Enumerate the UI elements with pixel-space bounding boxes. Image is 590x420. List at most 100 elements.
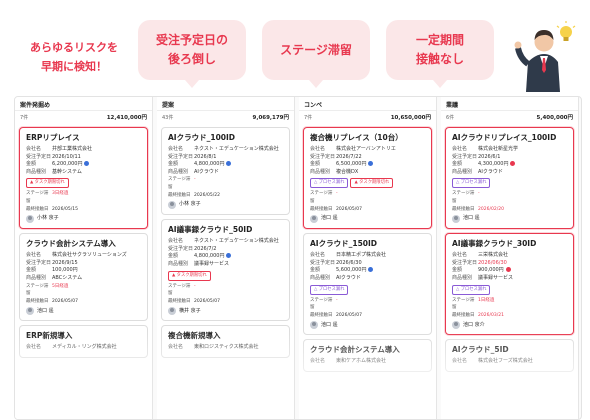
stage-stay-value: 5日経過	[52, 283, 69, 289]
deal-card[interactable]: AIクラウド_5ID 会社名 株式会社フーズ株式会社	[445, 339, 574, 372]
company-value: 東和ケアホム株式会社	[336, 358, 387, 365]
company-label: 会社名	[26, 252, 42, 259]
company-label: 会社名	[310, 146, 326, 152]
stage-stay-value: -	[336, 191, 338, 197]
risk-badges: △ プロセス漏れ	[452, 178, 567, 189]
headline-line1: あらゆるリスクを	[30, 41, 118, 54]
risk-badge[interactable]: ▲ タスク期限切れ	[350, 178, 394, 189]
risk-badge[interactable]: △ プロセス漏れ	[452, 284, 491, 295]
risk-badge[interactable]: △ プロセス漏れ	[452, 178, 491, 189]
amount-label: 金額	[26, 267, 37, 274]
owner[interactable]: 池口 遥	[310, 215, 425, 224]
deal-title[interactable]: クラウド会計システム導入	[310, 345, 425, 354]
risk-badge[interactable]: ▲ タスク期限切れ	[168, 270, 211, 281]
company-value: 東和ロジスティクス株式会社	[194, 344, 259, 351]
order-date-value: 2026/7/22	[336, 153, 362, 160]
bubble-no-contact: 一定期間 接触なし	[386, 20, 494, 88]
product-label: 商品種別	[310, 274, 331, 281]
deal-title[interactable]: AI議事録クラウド_30ID	[452, 239, 567, 248]
company-value: 株式会社アーバンアトリエ	[336, 146, 396, 152]
last-contact-label: 最終接触日	[452, 206, 475, 212]
column-summary: 6件 5,400,000円	[441, 111, 578, 123]
company-label: 会社名	[310, 252, 326, 259]
avatar	[310, 321, 318, 330]
owner-name: 横井 京子	[179, 307, 201, 314]
amount-value: 100,000円	[52, 267, 78, 274]
owner-name: 池口 京介	[463, 321, 485, 328]
owner[interactable]: 池口 遥	[310, 321, 425, 330]
column-count: 6件	[446, 114, 455, 121]
risk-badge[interactable]: △ プロセス漏れ	[310, 178, 349, 189]
owner[interactable]: 横井 京子	[168, 307, 283, 316]
deal-card[interactable]: ERP新規導入 会社名 メディカル・リング株式会社	[19, 325, 148, 358]
deal-card[interactable]: ERPリプレイス 会社名 井部工業株式会社 受注予定日 2026/10/11 金額 6,…	[19, 127, 148, 230]
deal-title[interactable]: AIクラウド_150ID	[310, 239, 425, 248]
product-value: ABCシステム	[52, 274, 83, 281]
column-title[interactable]: 業議	[441, 97, 578, 111]
column-total: 12,410,000円	[106, 115, 147, 121]
risk-badge[interactable]: ▲ タスク期限切れ	[26, 178, 69, 189]
company-value: ネクスト・エデュケーション株式会社	[194, 238, 279, 245]
headline: あらゆるリスクを 早期に検知！	[14, 38, 134, 76]
deal-card[interactable]: クラウド会計システム導入 会社名 東和ケアホム株式会社	[303, 339, 432, 372]
product-label: 商品種別	[26, 274, 47, 281]
last-contact-value: 2026/05/15	[52, 206, 78, 212]
deal-title[interactable]: クラウド会計システム導入	[26, 239, 141, 248]
deal-card[interactable]: クラウド会計システム導入 会社名 株式会社サクラソリューションズ 受注予定日 2026…	[19, 233, 148, 322]
deal-card[interactable]: 複合機リプレイス（10台） 会社名 株式会社アーバンアトリエ 受注予定日 2026/7…	[303, 127, 432, 230]
owner[interactable]: 池口 遥	[452, 215, 567, 224]
owner-name: 池口 遥	[463, 215, 480, 222]
product-label: 商品種別	[452, 168, 473, 175]
deal-card[interactable]: AIクラウド_100ID 会社名 ネクスト・エデュケーション株式会社 受注予定日 20…	[161, 127, 290, 216]
owner-name: 池口 遥	[37, 307, 54, 314]
deal-title[interactable]: AI議事録クラウド_50ID	[168, 225, 283, 234]
owner[interactable]: 小林 京子	[26, 215, 141, 224]
pipeline-column: 業議 6件 5,400,000円 AIクラウドリプレイス_100ID 会社名 株式…	[441, 97, 579, 419]
last-contact-value: 2026/05/07	[194, 298, 220, 304]
risk-badge[interactable]: △ プロセス漏れ	[310, 284, 349, 295]
order-date-value: 2026/6/1	[478, 153, 501, 160]
column-title[interactable]: コンペ	[299, 97, 436, 111]
deal-title[interactable]: AIクラウド_5ID	[452, 345, 567, 354]
amount-value: 900,000円	[478, 267, 504, 274]
deal-title[interactable]: ERPリプレイス	[26, 133, 141, 142]
company-label: 会社名	[168, 344, 184, 351]
product-value: 複合機DX	[336, 168, 359, 175]
deal-title[interactable]: AIクラウドリプレイス_100ID	[452, 133, 567, 142]
deal-card[interactable]: AI議事録クラウド_50ID 会社名 ネクスト・エデュケーション株式会社 受注予定日…	[161, 219, 290, 322]
product-label: 商品種別	[168, 168, 189, 175]
deal-card[interactable]: 複合機新規導入 会社名 東和ロジスティクス株式会社	[161, 325, 290, 358]
amount-label: 金額	[452, 161, 463, 168]
deal-card[interactable]: AI議事録クラウド_30ID 会社名 三栄株式会社 受注予定日 2026/06/30 …	[445, 233, 574, 336]
owner[interactable]: 池口 京介	[452, 321, 567, 330]
owner[interactable]: 池口 遥	[26, 307, 141, 316]
stage-stay-label: ステージ滞留	[168, 283, 191, 297]
deal-card[interactable]: AIクラウドリプレイス_100ID 会社名 株式会社新星光学 受注予定日 2026/6…	[445, 127, 574, 230]
deal-title[interactable]: AIクラウド_100ID	[168, 133, 283, 142]
column-summary: 7件 10,650,000円	[299, 111, 436, 123]
product-label: 商品種別	[26, 168, 47, 175]
company-value: 株式会社サクラソリューションズ	[52, 252, 127, 259]
trend-indicator-icon	[226, 161, 232, 167]
avatar	[310, 215, 318, 224]
deal-card[interactable]: AIクラウド_150ID 会社名 日本精工ポプ株式会社 受注予定日 2026/6/30…	[303, 233, 432, 336]
order-date-value: 2026/06/30	[478, 259, 507, 266]
owner-name: 小林 京子	[179, 201, 201, 208]
amount-value: 6,500,000円	[336, 161, 367, 168]
column-title[interactable]: 提案	[157, 97, 294, 111]
product-label: 商品種別	[310, 168, 331, 175]
deal-title[interactable]: 複合機リプレイス（10台）	[310, 133, 425, 142]
order-date-value: 2026/8/1	[194, 153, 217, 160]
deal-title[interactable]: ERP新規導入	[26, 331, 141, 340]
company-label: 会社名	[452, 358, 468, 365]
deal-title[interactable]: 複合機新規導入	[168, 331, 283, 340]
column-summary: 43件 9,069,179円	[157, 111, 294, 123]
stage-stay-label: ステージ滞留	[168, 177, 191, 190]
column-title[interactable]: 案件発掘め	[15, 97, 152, 111]
owner-name: 小林 京子	[37, 215, 59, 222]
risk-badges: △ プロセス漏れ	[452, 284, 567, 295]
order-date-value: 2026/10/11	[52, 153, 81, 160]
amount-label: 金額	[168, 161, 179, 168]
owner[interactable]: 小林 京子	[168, 201, 283, 210]
company-label: 会社名	[310, 358, 326, 365]
